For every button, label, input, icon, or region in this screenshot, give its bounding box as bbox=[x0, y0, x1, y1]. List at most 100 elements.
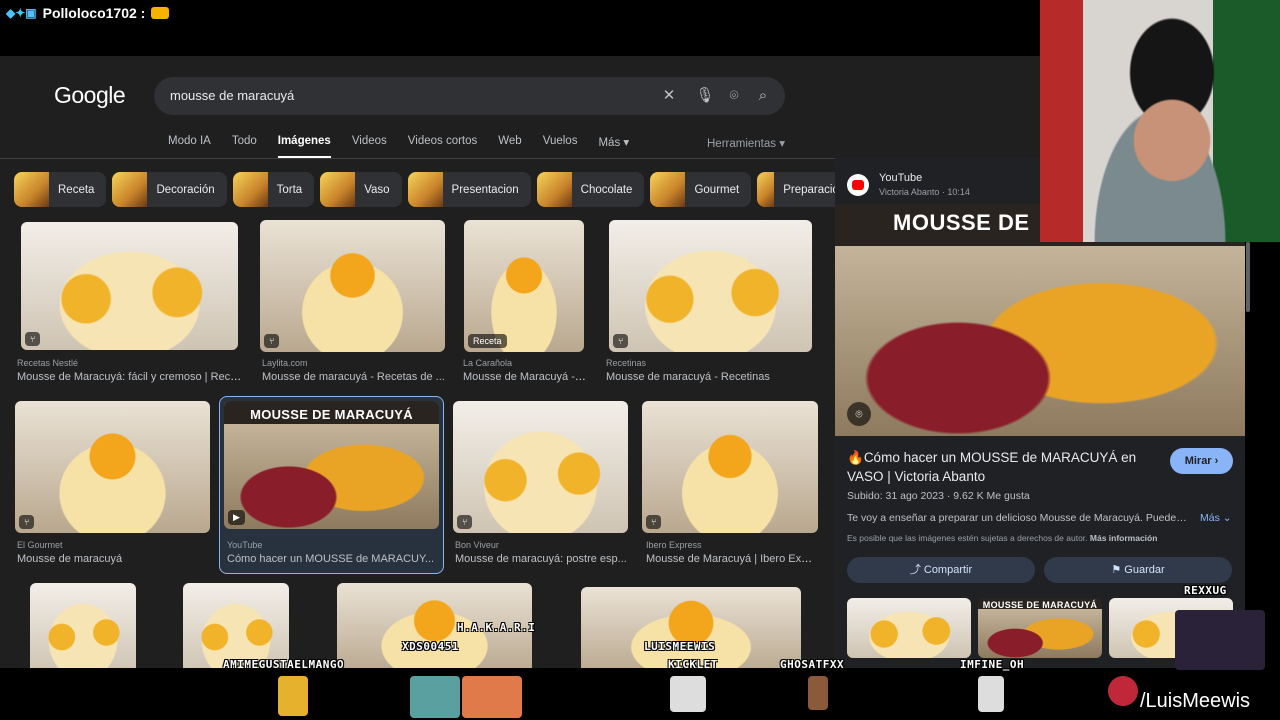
result-image[interactable]: ⑂ bbox=[609, 220, 812, 352]
result-caption[interactable]: Recetas Nestlé Mousse de Maracuyá: fácil … bbox=[17, 356, 245, 384]
image-thumbnail bbox=[642, 401, 818, 533]
viewer-name: LUISMEEWIS bbox=[644, 640, 716, 653]
chip-presentacion[interactable]: Presentacion bbox=[407, 172, 531, 207]
result-image[interactable]: Receta bbox=[464, 220, 584, 352]
search-input[interactable]: mousse de maracuyá bbox=[170, 88, 294, 103]
chip-label: Vaso bbox=[364, 183, 390, 196]
tab-mas[interactable]: Más ▾ bbox=[598, 135, 629, 159]
preview-title[interactable]: 🔥Cómo hacer un MOUSSE de MARACUYÁ en VAS… bbox=[847, 448, 1157, 486]
result-image[interactable]: ⑂ bbox=[21, 222, 238, 350]
copyright-notice: Es posible que las imágenes estén sujeta… bbox=[847, 533, 1157, 543]
preview-title-text: Cómo hacer un MOUSSE de MARACUYÁ en VASO… bbox=[847, 450, 1137, 484]
chip-thumbnail bbox=[320, 172, 356, 207]
tab-videos[interactable]: Videos bbox=[352, 135, 387, 159]
watch-button[interactable]: Mirar › bbox=[1170, 448, 1233, 474]
result-caption[interactable]: La Carañola Mousse de Maracuyá - ... bbox=[463, 356, 587, 384]
tab-modo-ia[interactable]: Modo IA bbox=[168, 135, 211, 159]
result-image[interactable]: ⑂ bbox=[260, 220, 445, 352]
lens-camera-icon[interactable]: ⌾ bbox=[724, 86, 744, 106]
share-label: Compartir bbox=[923, 564, 973, 576]
chip-decoracion[interactable]: Decoración bbox=[112, 172, 227, 207]
viewer-name: XDS00451 bbox=[402, 640, 459, 653]
recipe-tag: Receta bbox=[468, 334, 507, 348]
save-label: Guardar bbox=[1124, 564, 1165, 576]
clear-icon[interactable]: ✕ bbox=[659, 86, 679, 106]
more-link[interactable]: Más ⌄ bbox=[1200, 512, 1232, 524]
copyright-text: Es posible que las imágenes estén sujeta… bbox=[847, 533, 1088, 543]
chip-thumbnail bbox=[112, 172, 148, 207]
related-image[interactable]: MOUSSE DE MARACUYÁ bbox=[978, 598, 1102, 658]
result-image[interactable]: ⑂ bbox=[15, 401, 210, 533]
result-title: Mousse de maracuyá - Recetinas bbox=[606, 371, 770, 383]
result-source: El Gourmet bbox=[17, 540, 63, 550]
result-title: Mousse de Maracuyá: fácil y cremoso | Re… bbox=[17, 371, 245, 383]
mushroom-sprite-icon bbox=[1108, 676, 1138, 706]
result-image[interactable] bbox=[30, 583, 136, 668]
viewer-name: KICKLET bbox=[668, 658, 718, 671]
google-logo[interactable]: Google bbox=[54, 82, 126, 109]
chip-thumbnail bbox=[14, 172, 49, 207]
result-title: Mousse de Maracuyá - ... bbox=[463, 371, 587, 383]
recipe-icon: ⑂ bbox=[264, 334, 280, 348]
filter-chips: Receta Decoración Torta Vaso Presentacio… bbox=[14, 172, 858, 207]
result-caption[interactable]: YouTube Cómo hacer un MOUSSE de MARACUY..… bbox=[227, 538, 439, 566]
panel-author: Victoria Abanto · 10:14 bbox=[879, 187, 970, 197]
result-image-video[interactable]: MOUSSE DE MARACUYÁ ▶ bbox=[224, 401, 439, 529]
result-source: Laylita.com bbox=[262, 358, 308, 368]
image-thumbnail bbox=[464, 220, 584, 352]
result-source: Bon Viveur bbox=[455, 540, 499, 550]
bear-sprite-icon bbox=[278, 676, 308, 716]
microphone-icon[interactable]: 🎙 bbox=[695, 86, 715, 106]
tab-web[interactable]: Web bbox=[498, 135, 521, 159]
result-caption[interactable]: Laylita.com Mousse de maracuyá - Recetas … bbox=[262, 356, 446, 384]
tab-imagenes[interactable]: Imágenes bbox=[277, 135, 331, 159]
result-caption[interactable]: Ibero Express Mousse de Maracuyá | Ibero … bbox=[646, 538, 818, 566]
search-box[interactable]: mousse de maracuyá ✕ 🎙 ⌾ ⌕ bbox=[154, 77, 785, 115]
stream-chat-bar: ◆✦▣ Polloloco1702 : bbox=[0, 0, 1040, 50]
chip-torta[interactable]: Torta bbox=[232, 172, 315, 207]
result-title: Mousse de maracuyá - Recetas de ... bbox=[262, 371, 445, 383]
result-image[interactable] bbox=[183, 583, 289, 668]
youtube-icon bbox=[847, 174, 869, 196]
lens-icon[interactable]: ⌾ bbox=[847, 402, 871, 426]
robot-sprite-icon bbox=[978, 676, 1004, 712]
result-caption[interactable]: Recetinas Mousse de maracuyá - Recetinas bbox=[606, 356, 812, 384]
save-button[interactable]: ⚑ Guardar bbox=[1044, 557, 1232, 583]
recipe-icon: ⑂ bbox=[19, 515, 35, 529]
emote-icon bbox=[151, 7, 170, 19]
chip-label: Gourmet bbox=[694, 183, 740, 196]
recipe-icon: ⑂ bbox=[613, 334, 629, 348]
chip-vaso[interactable]: Vaso bbox=[320, 172, 402, 207]
chip-gourmet[interactable]: Gourmet bbox=[650, 172, 752, 207]
tab-vuelos[interactable]: Vuelos bbox=[543, 135, 578, 159]
dragon-sprite-icon bbox=[462, 676, 522, 718]
search-icon[interactable]: ⌕ bbox=[753, 86, 773, 106]
image-thumbnail bbox=[581, 587, 801, 668]
tab-videos-cortos[interactable]: Videos cortos bbox=[408, 135, 477, 159]
image-thumbnail bbox=[453, 401, 628, 533]
result-image[interactable] bbox=[581, 587, 801, 668]
chip-receta[interactable]: Receta bbox=[14, 172, 107, 207]
panel-site[interactable]: YouTube bbox=[879, 172, 922, 184]
result-title: Cómo hacer un MOUSSE de MARACUY... bbox=[227, 553, 435, 565]
tools-menu[interactable]: Herramientas ▾ bbox=[707, 136, 785, 150]
result-title: Mousse de maracuyá: postre esp... bbox=[455, 553, 627, 565]
image-thumbnail bbox=[609, 220, 812, 352]
chip-label: Receta bbox=[58, 183, 95, 196]
result-image[interactable]: ⑂ bbox=[453, 401, 628, 533]
result-caption[interactable]: Bon Viveur Mousse de maracuyá: postre esp… bbox=[455, 538, 627, 566]
related-image[interactable] bbox=[847, 598, 971, 658]
share-button[interactable]: ⤴ Compartir bbox=[847, 557, 1035, 583]
recipe-icon: ⑂ bbox=[25, 332, 41, 346]
panel-scrollbar[interactable] bbox=[1246, 242, 1250, 312]
tab-todo[interactable]: Todo bbox=[232, 135, 257, 159]
result-caption[interactable]: El Gourmet Mousse de maracuyá bbox=[17, 538, 212, 566]
play-icon: ▶ bbox=[228, 510, 245, 525]
result-image[interactable]: ⑂ bbox=[642, 401, 818, 533]
image-thumbnail bbox=[21, 222, 238, 350]
warrior-sprite-icon bbox=[808, 676, 828, 710]
related-overlay-title: MOUSSE DE MARACUYÁ bbox=[982, 600, 1098, 610]
result-title: Mousse de Maracuyá | Ibero Expr... bbox=[646, 553, 818, 565]
chip-chocolate[interactable]: Chocolate bbox=[536, 172, 645, 207]
more-info-link[interactable]: Más información bbox=[1090, 533, 1158, 543]
